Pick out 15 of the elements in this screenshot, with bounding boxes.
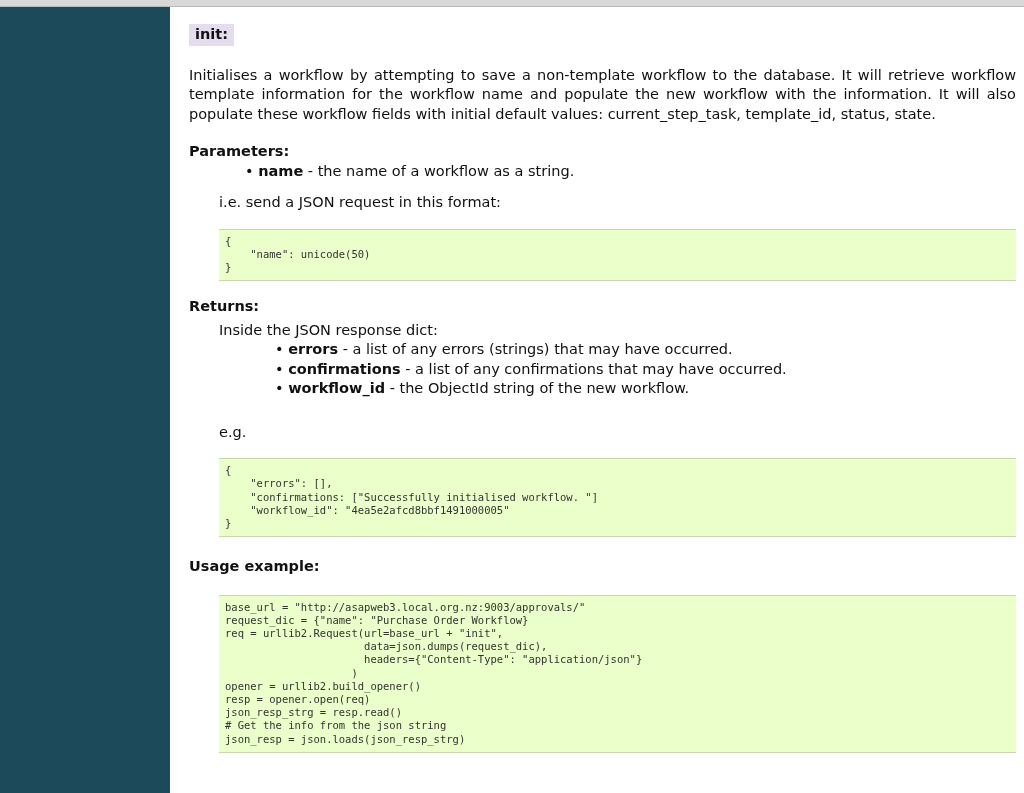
note-text: i.e. send a JSON request in this format:	[218, 193, 502, 212]
return-item: • confirmations - a list of any confirmations that may have occurred.	[275, 360, 787, 377]
note-text: e.g.	[218, 422, 248, 442]
method-label: init:	[189, 24, 234, 46]
section-heading: Returns:	[189, 297, 261, 317]
description-text: Initialises a workflow by attempting to save a non-template workflow to the database. It will retrieve workflow template information for the workflow name and populate the new workflow with the information. It will also populate these workflow fields with initial default values: current_step_task, template_id, status, state.	[189, 65, 1016, 124]
section-heading: Parameters:	[189, 142, 291, 161]
section-heading: Usage example:	[189, 557, 321, 577]
code-block: { "name": unicode(50) }	[219, 228, 1016, 282]
code-block: { "errors": [], "confirmations: ["Successfully initialised workflow. "] "workflow_id": "4ea5e2afcd8bbf1491000005" }	[219, 458, 1016, 538]
parameter-item: • name - the name of a workflow as a string.	[245, 162, 575, 179]
intro-text: Inside the JSON response dict:	[218, 320, 439, 340]
return-item: • errors - a list of any errors (strings) that may have occurred.	[275, 341, 733, 358]
code-block: base_url = "http://asapweb3.local.org.nz:9003/approvals/" request_dic = {"name": "Purchase Order Workflow} req = urllib2.Request(url=base_url + "init", data=json.dumps(request_dic), headers={"Content-Type": "application/json"} ) opener = urllib2.build_opener() resp = opener.open(req) json_resp_strg = resp.read() # Get the info from the json string json_resp = json.loads(json_resp_strg)	[219, 594, 1016, 753]
return-item: • workflow_id - the ObjectId string of the new workflow.	[275, 380, 690, 397]
